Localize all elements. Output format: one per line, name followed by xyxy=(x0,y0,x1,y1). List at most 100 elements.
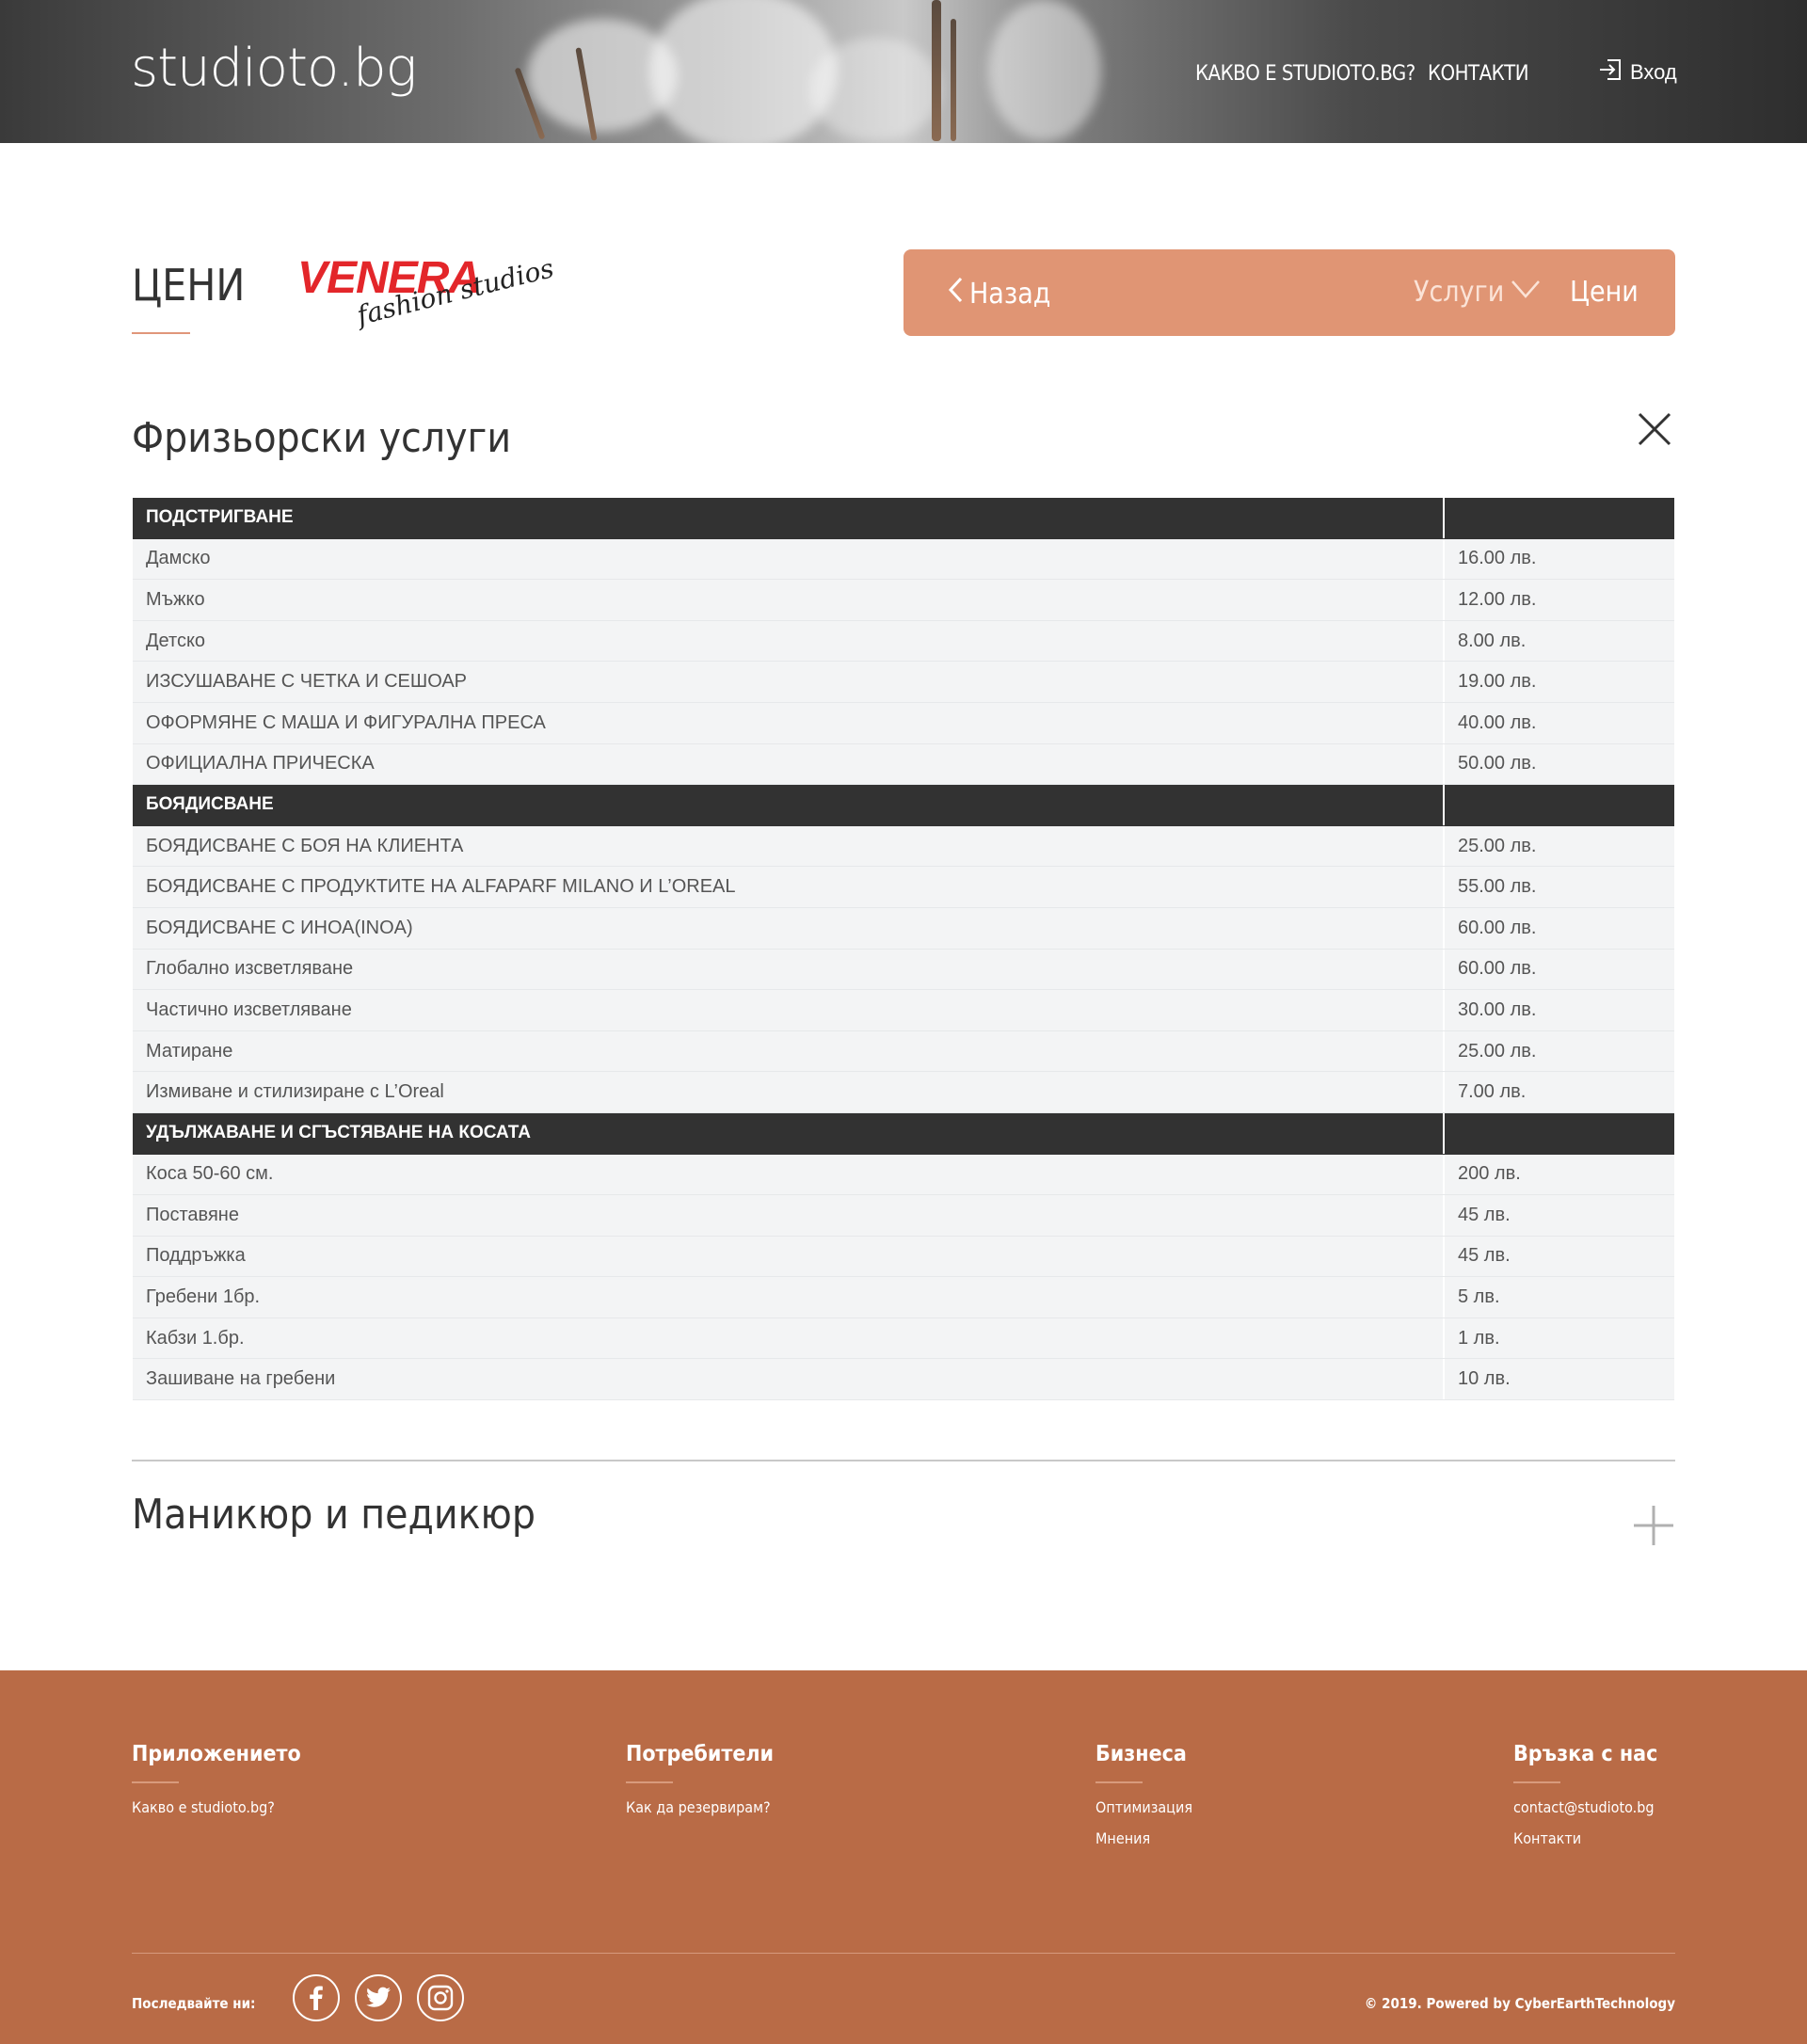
footer-link[interactable]: Мнения xyxy=(1095,1829,1192,1847)
table-row: БОЯДИСВАНЕ С ИНОА(INOA) 60.00 лв. xyxy=(133,907,1674,950)
table-row: Поддръжка 45 лв. xyxy=(133,1236,1674,1278)
section-title-hair: Фризьорски услуги xyxy=(132,414,512,462)
footer-title-underline xyxy=(1513,1781,1560,1783)
facebook-icon[interactable] xyxy=(293,1974,340,2021)
service-price: 45 лв. xyxy=(1445,1195,1674,1236)
title-underline xyxy=(132,332,190,334)
footer-title-underline xyxy=(626,1781,673,1783)
table-row: ОФИЦИАЛНА ПРИЧЕСКА 50.00 лв. xyxy=(133,743,1674,786)
login-link[interactable]: Вход xyxy=(1598,58,1677,87)
table-row: Глобално изсветляване 60.00 лв. xyxy=(133,949,1674,991)
footer-column-title: Приложението xyxy=(132,1742,301,1766)
service-price: 60.00 лв. xyxy=(1445,949,1674,990)
service-name: БОЯДИСВАНЕ С ПРОДУКТИТЕ НА ALFAPARF MILA… xyxy=(133,867,1445,907)
sub-navigation: Назад Услуги Цени xyxy=(904,249,1675,336)
service-name: Поддръжка xyxy=(133,1236,1445,1277)
table-row: БОЯДИСВАНЕ С БОЯ НА КЛИЕНТА 25.00 лв. xyxy=(133,825,1674,868)
instagram-icon[interactable] xyxy=(417,1974,464,2021)
twitter-icon[interactable] xyxy=(355,1974,402,2021)
table-row: БОЯДИСВАНЕ С ПРОДУКТИТЕ НА ALFAPARF MILA… xyxy=(133,867,1674,908)
group-price-cell xyxy=(1445,785,1674,825)
service-name: Зашиване на гребени xyxy=(133,1359,1445,1400)
login-label: Вход xyxy=(1630,60,1677,84)
footer-link[interactable]: Какво е studioto.bg? xyxy=(132,1798,301,1816)
service-price: 25.00 лв. xyxy=(1445,1030,1674,1072)
footer-link-email[interactable]: contact@studioto.bg xyxy=(1513,1798,1657,1816)
group-name: ПОДСТРИГВАНЕ xyxy=(133,498,1445,538)
footer-divider xyxy=(132,1953,1675,1954)
service-name: Коса 50-60 см. xyxy=(133,1154,1445,1195)
service-price: 16.00 лв. xyxy=(1445,538,1674,580)
service-name: Детско xyxy=(133,620,1445,662)
services-label: Услуги xyxy=(1414,276,1505,309)
table-row: Частично изсветляване 30.00 лв. xyxy=(133,990,1674,1031)
footer-link[interactable]: Контакти xyxy=(1513,1829,1657,1847)
site-logo[interactable]: studioto.bg xyxy=(131,38,417,99)
banner-decor xyxy=(951,19,956,141)
service-name: ОФОРМЯНЕ С МАША И ФИГУРАЛНА ПРЕСА xyxy=(133,702,1445,743)
section-title-manicure[interactable]: Маникюр и педикюр xyxy=(132,1491,536,1539)
expand-plus-icon[interactable] xyxy=(1632,1504,1675,1547)
group-price-cell xyxy=(1445,1112,1674,1154)
service-name: ОФИЦИАЛНА ПРИЧЕСКА xyxy=(133,743,1445,785)
service-name: Измиване и стилизиране с L’Oreal xyxy=(133,1072,1445,1112)
page-title: ЦЕНИ xyxy=(132,260,246,311)
service-price: 1 лв. xyxy=(1445,1317,1674,1359)
service-price: 25.00 лв. xyxy=(1445,825,1674,867)
table-group-header: ПОДСТРИГВАНЕ xyxy=(133,498,1674,539)
service-name: Кабзи 1.бр. xyxy=(133,1317,1445,1359)
footer-title-underline xyxy=(1095,1781,1143,1783)
table-row: Дамско 16.00 лв. xyxy=(133,538,1674,581)
service-name: ИЗСУШАВАНЕ С ЧЕТКА И СЕШОАР xyxy=(133,662,1445,702)
table-group-header: БОЯДИСВАНЕ xyxy=(133,785,1674,826)
footer-column-title: Потребители xyxy=(626,1742,775,1766)
service-price: 45 лв. xyxy=(1445,1236,1674,1277)
close-icon[interactable] xyxy=(1636,410,1673,448)
follow-label: Последвайте ни: xyxy=(132,1995,256,2012)
price-table: ПОДСТРИГВАНЕ Дамско 16.00 лв. Мъжко 12.00 лв… xyxy=(133,498,1674,1401)
footer-link[interactable]: Как да резервирам? xyxy=(626,1798,774,1816)
footer: Приложението Какво е studioto.bg? Потреб… xyxy=(0,1670,1807,2044)
table-row: ИЗСУШАВАНЕ С ЧЕТКА И СЕШОАР 19.00 лв. xyxy=(133,662,1674,703)
table-row: Измиване и стилизиране с L’Oreal 7.00 лв. xyxy=(133,1072,1674,1113)
back-label: Назад xyxy=(969,277,1051,311)
banner-decor xyxy=(809,38,941,141)
chevron-left-icon xyxy=(947,276,964,311)
table-row: Кабзи 1.бр. 1 лв. xyxy=(133,1317,1674,1360)
services-dropdown[interactable]: Услуги xyxy=(1414,276,1542,309)
service-price: 12.00 лв. xyxy=(1445,580,1674,620)
service-price: 40.00 лв. xyxy=(1445,702,1674,743)
service-name: Глобално изсветляване xyxy=(133,949,1445,990)
nav-contacts[interactable]: КОНТАКТИ xyxy=(1428,62,1529,86)
service-price: 55.00 лв. xyxy=(1445,867,1674,907)
footer-column-title: Връзка с нас xyxy=(1513,1742,1658,1766)
banner-decor xyxy=(988,0,1101,141)
table-row: Зашиване на гребени 10 лв. xyxy=(133,1359,1674,1401)
footer-title-underline xyxy=(132,1781,179,1783)
footer-link[interactable]: Оптимизация xyxy=(1095,1798,1192,1816)
service-name: Гребени 1бр. xyxy=(133,1277,1445,1317)
service-price: 50.00 лв. xyxy=(1445,743,1674,785)
group-name: УДЪЛЖАВАНЕ И СГЪСТЯВАНЕ НА КОСАТА xyxy=(133,1112,1445,1154)
header-banner: studioto.bg КАКВО Е STUDIOTO.BG? КОНТАКТ… xyxy=(0,0,1807,143)
back-button[interactable]: Назад xyxy=(947,276,1050,311)
footer-column-contact: Връзка с нас contact@studioto.bg Контакт… xyxy=(1513,1742,1657,1860)
service-name: Матиране xyxy=(133,1030,1445,1072)
table-row: Детско 8.00 лв. xyxy=(133,620,1674,663)
nav-about[interactable]: КАКВО Е STUDIOTO.BG? xyxy=(1195,62,1415,86)
banner-decor xyxy=(932,0,941,141)
service-price: 60.00 лв. xyxy=(1445,907,1674,949)
banner-decor xyxy=(649,0,838,143)
service-name: БОЯДИСВАНЕ С ИНОА(INOA) xyxy=(133,907,1445,949)
table-row: Матиране 25.00 лв. xyxy=(133,1030,1674,1073)
group-price-cell xyxy=(1445,498,1674,538)
service-price: 19.00 лв. xyxy=(1445,662,1674,702)
service-name: Частично изсветляване xyxy=(133,990,1445,1030)
service-price: 10 лв. xyxy=(1445,1359,1674,1400)
prices-tab[interactable]: Цени xyxy=(1570,276,1639,309)
service-price: 30.00 лв. xyxy=(1445,990,1674,1030)
service-name: БОЯДИСВАНЕ С БОЯ НА КЛИЕНТА xyxy=(133,825,1445,867)
table-row: ОФОРМЯНЕ С МАША И ФИГУРАЛНА ПРЕСА 40.00 л… xyxy=(133,702,1674,744)
footer-column-app: Приложението Какво е studioto.bg? xyxy=(132,1742,301,1829)
footer-column-title: Бизнеса xyxy=(1095,1742,1187,1766)
